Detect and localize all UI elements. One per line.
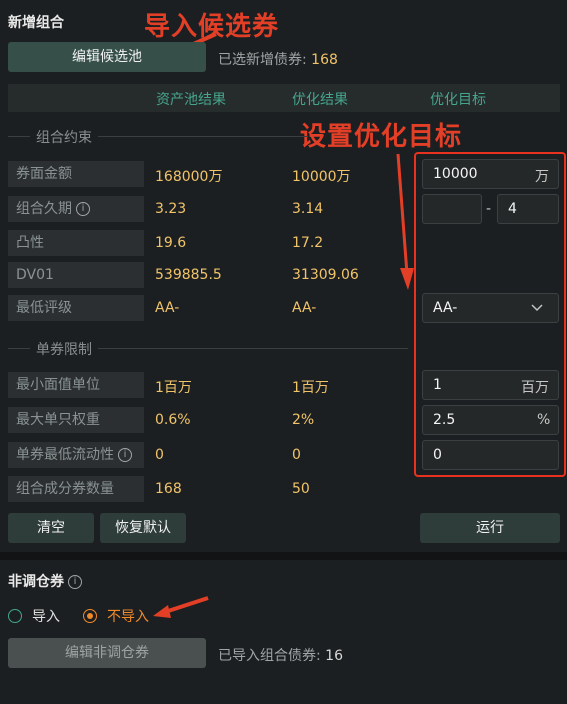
pool-max-weight: 0.6% <box>155 412 191 428</box>
target-duration-max-input[interactable]: 4 <box>497 194 559 224</box>
pool-duration: 3.23 <box>155 201 187 217</box>
info-icon[interactable]: i <box>68 575 82 589</box>
opt-duration: 3.14 <box>292 201 324 217</box>
selected-count-text: 已选新增债券: 168 <box>218 49 338 69</box>
header-opt-target: 优化目标 <box>430 92 486 108</box>
edit-candidates-button[interactable]: 编辑候选池 <box>8 42 206 72</box>
edit-non-adjust-button[interactable]: 编辑非调仓券 <box>8 638 206 668</box>
header-pool-result: 资产池结果 <box>156 92 226 108</box>
pool-component-count: 168 <box>155 481 182 497</box>
row-label-min-rating: 最低评级 <box>8 295 144 321</box>
opt-min-rating: AA- <box>292 300 317 316</box>
row-label-component-count: 组合成分券数量 <box>8 476 144 502</box>
imported-count-text: 已导入组合债券: 16 <box>218 645 343 665</box>
opt-max-weight: 2% <box>292 412 315 428</box>
target-min-unit-text: 1 <box>433 377 442 393</box>
pool-dv01: 539885.5 <box>155 267 222 283</box>
target-rating-value: AA- <box>433 300 458 316</box>
section-title-new-group: 新增组合 <box>8 15 64 31</box>
row-label-min-unit: 最小面值单位 <box>8 372 144 398</box>
target-face-value-text: 10000 <box>433 166 478 182</box>
panel-separator <box>0 552 567 560</box>
pool-min-liquidity: 0 <box>155 447 164 463</box>
info-icon[interactable]: i <box>118 448 132 462</box>
annotation-arrow-icon <box>153 596 209 618</box>
target-max-weight-unit: % <box>537 412 551 428</box>
target-duration-min-input[interactable] <box>422 194 482 224</box>
pool-convexity: 19.6 <box>155 235 187 251</box>
clear-button[interactable]: 清空 <box>8 513 94 543</box>
row-label-duration-text: 组合久期 <box>16 201 72 217</box>
opt-convexity: 17.2 <box>292 235 324 251</box>
constraints-title: 组合约束 <box>30 127 98 147</box>
annotation-set-targets: 设置优化目标 <box>300 122 463 152</box>
row-label-convexity: 凸性 <box>8 230 144 256</box>
single-limits-title: 单券限制 <box>30 339 98 359</box>
chevron-down-icon[interactable] <box>530 302 544 314</box>
imported-count-value: 16 <box>325 648 343 664</box>
run-button[interactable]: 运行 <box>420 513 560 543</box>
radio-import-label[interactable]: 导入 <box>32 606 60 626</box>
row-label-max-weight: 最大单只权重 <box>8 407 144 433</box>
row-label-face-value: 券面金额 <box>8 161 144 187</box>
imported-count-label: 已导入组合债券: <box>218 648 321 664</box>
selected-count-label: 已选新增债券: <box>218 52 307 68</box>
row-label-dv01: DV01 <box>8 262 144 288</box>
restore-default-button[interactable]: 恢复默认 <box>100 513 186 543</box>
radio-import[interactable] <box>8 609 22 623</box>
pool-min-unit: 1百万 <box>155 380 192 396</box>
pool-min-rating: AA- <box>155 300 180 316</box>
radio-no-import[interactable] <box>83 609 97 623</box>
selected-count-value: 168 <box>311 52 338 68</box>
target-max-weight-text: 2.5 <box>433 412 456 428</box>
row-label-min-liquidity: 单券最低流动性 i <box>8 442 144 468</box>
opt-min-unit: 1百万 <box>292 380 329 396</box>
info-icon[interactable]: i <box>76 202 90 216</box>
radio-no-import-label[interactable]: 不导入 <box>107 606 149 626</box>
non-adjust-title-text: 非调仓券 <box>8 574 64 590</box>
non-adjust-title: 非调仓券 i <box>8 571 82 591</box>
pool-face-value: 168000万 <box>155 169 223 185</box>
target-min-liquidity-input[interactable]: 0 <box>422 440 559 470</box>
target-min-unit-unit: 百万 <box>521 380 549 396</box>
duration-range-separator: - <box>486 201 492 217</box>
row-label-duration: 组合久期 i <box>8 196 144 222</box>
opt-min-liquidity: 0 <box>292 447 301 463</box>
opt-dv01: 31309.06 <box>292 267 359 283</box>
row-label-min-liquidity-text: 单券最低流动性 <box>16 447 114 463</box>
header-opt-result: 优化结果 <box>292 92 348 108</box>
opt-face-value: 10000万 <box>292 169 351 185</box>
opt-component-count: 50 <box>292 481 310 497</box>
target-face-value-unit: 万 <box>535 169 549 185</box>
